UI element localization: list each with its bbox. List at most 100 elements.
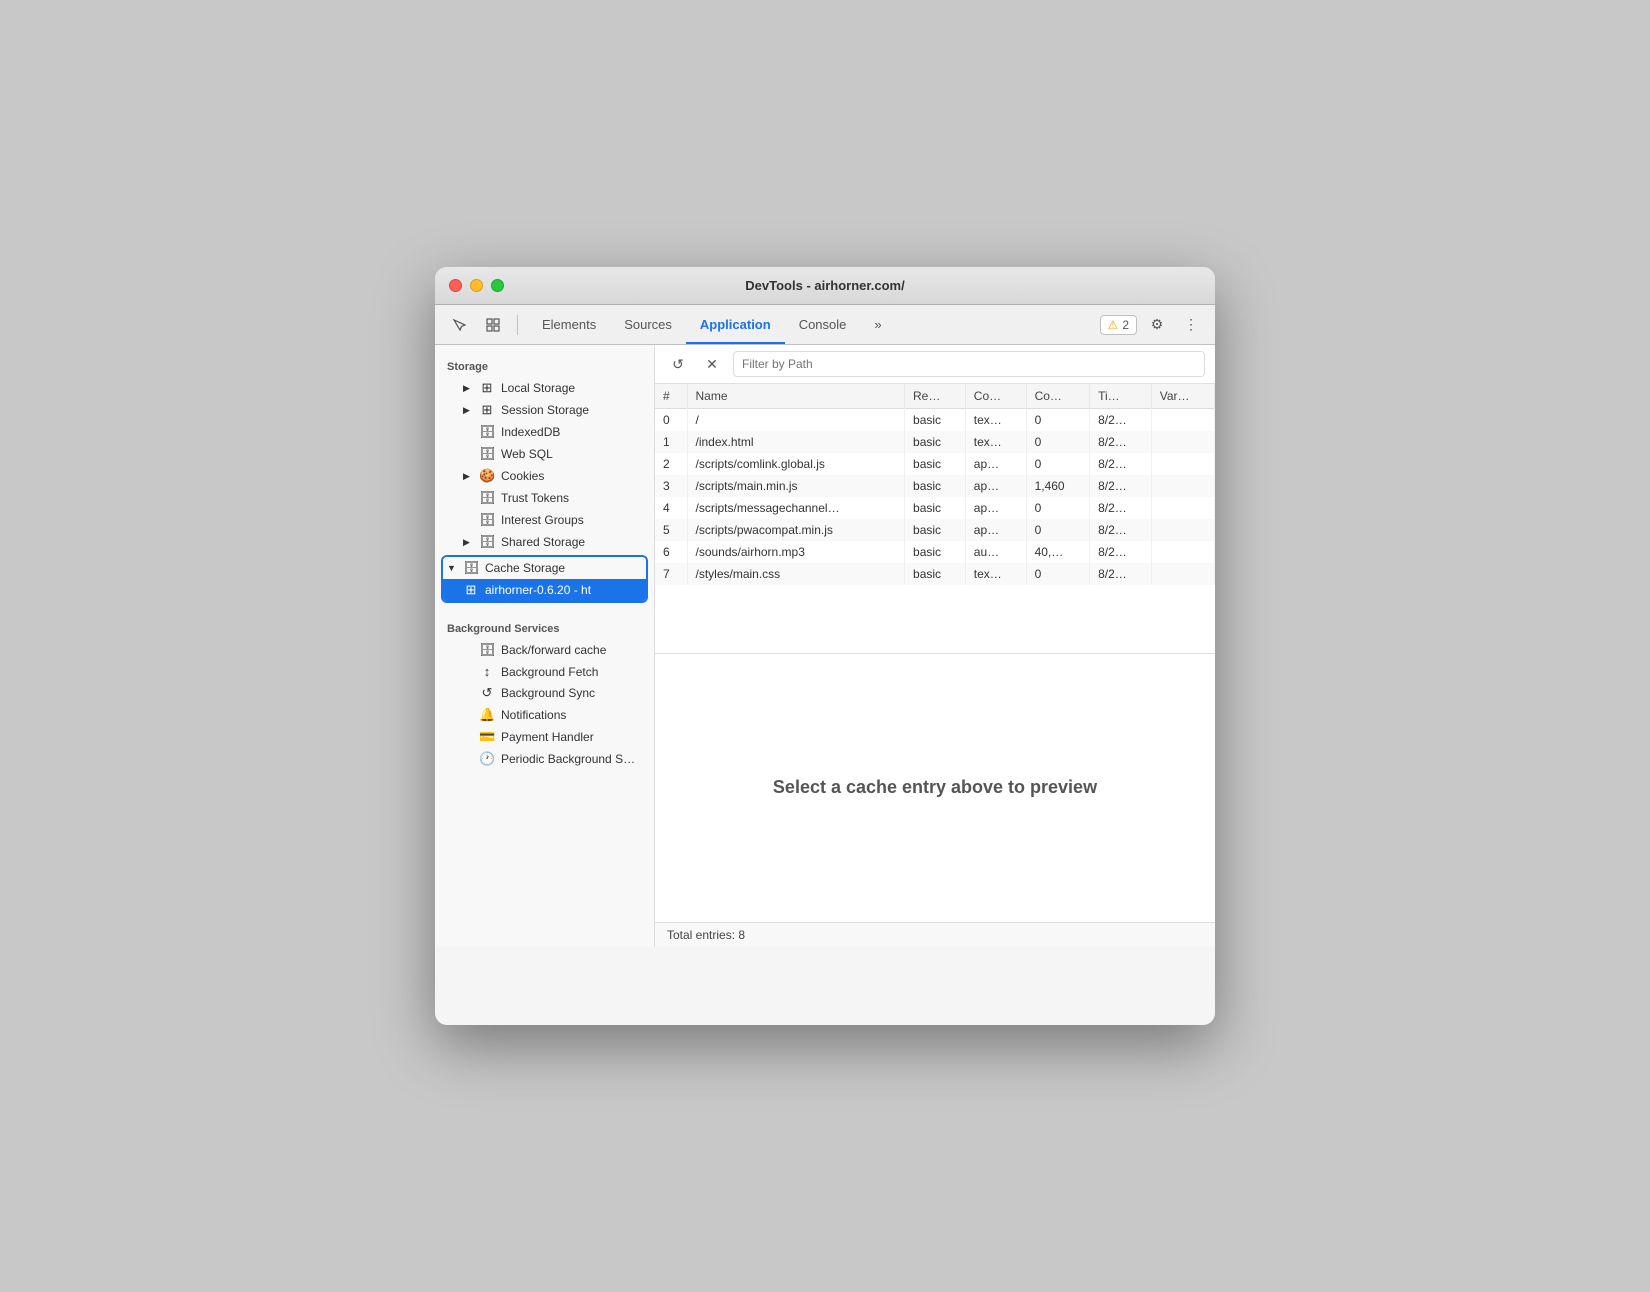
cell-ti: 8/2… [1090, 519, 1152, 541]
titlebar: DevTools - airhorner.com/ [435, 267, 1215, 305]
nav-tabs: Elements Sources Application Console » [528, 305, 896, 344]
col-header-re: Re… [905, 384, 966, 409]
window-title: DevTools - airhorner.com/ [745, 278, 904, 293]
tab-console[interactable]: Console [785, 305, 861, 344]
cache-entries-table: # Name Re… Co… Co… Ti… Var… 0 / [655, 384, 1215, 585]
cell-ti: 8/2… [1090, 563, 1152, 585]
sidebar-item-cache-storage-child[interactable]: ⊞ airhorner-0.6.20 - ht [443, 579, 646, 601]
cell-num: 5 [655, 519, 687, 541]
separator [517, 315, 518, 335]
expand-arrow-session-storage: ▶ [463, 405, 473, 416]
cache-storage-icon: 🗄 [463, 560, 479, 576]
traffic-lights [449, 279, 504, 292]
cell-name: /styles/main.css [687, 563, 905, 585]
cell-ti: 8/2… [1090, 453, 1152, 475]
background-services-label: Background Services [435, 615, 654, 639]
cell-re: basic [905, 431, 966, 453]
back-forward-cache-icon: 🗄 [479, 642, 495, 658]
sidebar: Storage ▶ ⊞ Local Storage ▶ ⊞ Session St… [435, 345, 655, 947]
local-storage-icon: ⊞ [479, 380, 495, 396]
sidebar-item-back-forward-cache[interactable]: ▶ 🗄 Back/forward cache [435, 639, 654, 661]
sidebar-item-interest-groups[interactable]: ▶ 🗄 Interest Groups [435, 509, 654, 531]
warning-badge[interactable]: ⚠ 2 [1100, 315, 1137, 335]
clear-button[interactable]: ✕ [699, 351, 725, 377]
sidebar-item-cache-storage[interactable]: ▼ 🗄 Cache Storage [443, 557, 646, 579]
preview-area: Select a cache entry above to preview [655, 653, 1215, 923]
sidebar-item-background-sync[interactable]: ▶ ↺ Background Sync [435, 682, 654, 704]
fullscreen-button[interactable] [491, 279, 504, 292]
sidebar-item-indexed-db[interactable]: ▶ 🗄 IndexedDB [435, 421, 654, 443]
sidebar-item-trust-tokens[interactable]: ▶ 🗄 Trust Tokens [435, 487, 654, 509]
shared-storage-icon: 🗄 [479, 534, 495, 550]
cell-var [1151, 497, 1214, 519]
cell-co2: 0 [1026, 563, 1090, 585]
filter-input[interactable] [733, 351, 1205, 377]
expand-arrow-local-storage: ▶ [463, 383, 473, 394]
cell-num: 0 [655, 409, 687, 432]
cell-num: 4 [655, 497, 687, 519]
cell-co2: 0 [1026, 497, 1090, 519]
cell-var [1151, 431, 1214, 453]
cell-var [1151, 475, 1214, 497]
cell-re: basic [905, 453, 966, 475]
more-options-button[interactable]: ⋮ [1177, 311, 1205, 339]
sidebar-item-notifications[interactable]: ▶ 🔔 Notifications [435, 704, 654, 726]
table-row[interactable]: 2 /scripts/comlink.global.js basic ap… 0… [655, 453, 1215, 475]
sidebar-item-local-storage[interactable]: ▶ ⊞ Local Storage [435, 377, 654, 399]
web-sql-icon: 🗄 [479, 446, 495, 462]
tab-sources[interactable]: Sources [610, 305, 686, 344]
status-text: Total entries: 8 [667, 928, 745, 942]
status-bar: Total entries: 8 [655, 922, 1215, 947]
col-header-co2: Co… [1026, 384, 1090, 409]
sidebar-item-cookies[interactable]: ▶ 🍪 Cookies [435, 465, 654, 487]
cell-co1: au… [965, 541, 1026, 563]
sidebar-item-periodic-background[interactable]: ▶ 🕐 Periodic Background S… [435, 748, 654, 770]
cell-ti: 8/2… [1090, 431, 1152, 453]
col-header-name: Name [687, 384, 905, 409]
close-button[interactable] [449, 279, 462, 292]
cell-var [1151, 409, 1214, 432]
table-row[interactable]: 7 /styles/main.css basic tex… 0 8/2… [655, 563, 1215, 585]
sidebar-item-background-fetch[interactable]: ▶ ↕ Background Fetch [435, 661, 654, 682]
cursor-icon[interactable] [445, 311, 473, 339]
sidebar-item-web-sql[interactable]: ▶ 🗄 Web SQL [435, 443, 654, 465]
inspect-icon[interactable] [479, 311, 507, 339]
cell-co2: 0 [1026, 453, 1090, 475]
table-row[interactable]: 1 /index.html basic tex… 0 8/2… [655, 431, 1215, 453]
cell-re: basic [905, 563, 966, 585]
cell-num: 1 [655, 431, 687, 453]
cell-re: basic [905, 541, 966, 563]
col-header-var: Var… [1151, 384, 1214, 409]
tab-more[interactable]: » [860, 305, 895, 344]
table-row[interactable]: 0 / basic tex… 0 8/2… [655, 409, 1215, 432]
minimize-button[interactable] [470, 279, 483, 292]
tab-elements[interactable]: Elements [528, 305, 610, 344]
cell-co2: 0 [1026, 431, 1090, 453]
cell-var [1151, 541, 1214, 563]
cell-num: 2 [655, 453, 687, 475]
cell-name: /scripts/messagechannel… [687, 497, 905, 519]
cell-co2: 0 [1026, 519, 1090, 541]
table-row[interactable]: 3 /scripts/main.min.js basic ap… 1,460 8… [655, 475, 1215, 497]
table-row[interactable]: 4 /scripts/messagechannel… basic ap… 0 8… [655, 497, 1215, 519]
sidebar-item-shared-storage[interactable]: ▶ 🗄 Shared Storage [435, 531, 654, 553]
main-toolbar: Elements Sources Application Console » ⚠… [435, 305, 1215, 345]
refresh-button[interactable]: ↺ [665, 351, 691, 377]
cell-co1: tex… [965, 409, 1026, 432]
table-row[interactable]: 5 /scripts/pwacompat.min.js basic ap… 0 … [655, 519, 1215, 541]
sidebar-item-session-storage[interactable]: ▶ ⊞ Session Storage [435, 399, 654, 421]
cell-co1: tex… [965, 563, 1026, 585]
cell-name: /index.html [687, 431, 905, 453]
cell-name: /sounds/airhorn.mp3 [687, 541, 905, 563]
cell-re: basic [905, 475, 966, 497]
cell-co2: 40,… [1026, 541, 1090, 563]
window-body: Storage ▶ ⊞ Local Storage ▶ ⊞ Session St… [435, 345, 1215, 1025]
interest-groups-icon: 🗄 [479, 512, 495, 528]
table-row[interactable]: 6 /sounds/airhorn.mp3 basic au… 40,… 8/2… [655, 541, 1215, 563]
cell-num: 3 [655, 475, 687, 497]
settings-button[interactable]: ⚙ [1143, 311, 1171, 339]
tab-application[interactable]: Application [686, 305, 785, 344]
cell-re: basic [905, 497, 966, 519]
cell-var [1151, 519, 1214, 541]
sidebar-item-payment-handler[interactable]: ▶ 💳 Payment Handler [435, 726, 654, 748]
